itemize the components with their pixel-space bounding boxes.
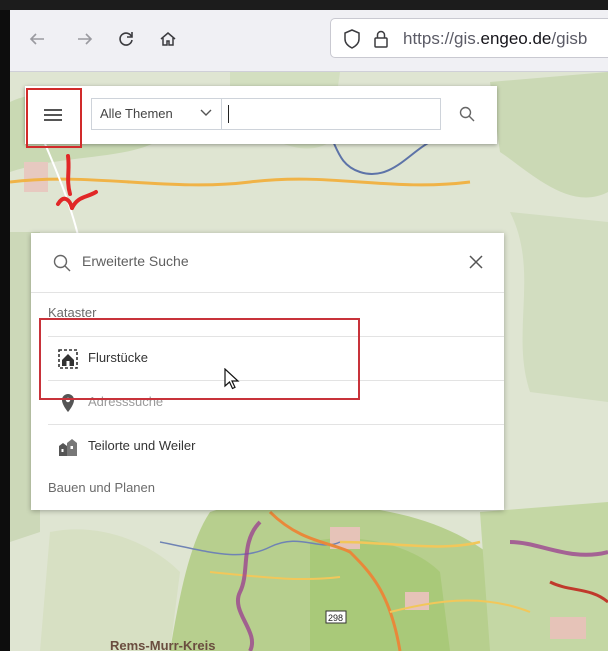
close-icon[interactable] — [465, 251, 487, 273]
annotation-highlight-flurstuecke — [39, 318, 360, 400]
search-toolbar: Alle Themen — [25, 86, 497, 144]
forward-button[interactable] — [72, 26, 98, 52]
home-button[interactable] — [155, 26, 181, 52]
dropdown-header: Erweiterte Suche — [31, 233, 504, 293]
browser-toolbar: https://gis.engeo.de/gisb — [10, 10, 608, 72]
section-title-bauen-und-planen[interactable]: Bauen und Planen — [48, 480, 155, 495]
lock-icon[interactable] — [373, 29, 389, 49]
buildings-icon — [59, 439, 77, 456]
list-item-label: Teilorte und Weiler — [88, 438, 196, 453]
search-input[interactable] — [221, 98, 441, 130]
search-icon — [53, 254, 71, 272]
list-item-teilorte-und-weiler[interactable]: Teilorte und Weiler — [48, 424, 504, 468]
route-badge: 298 — [328, 613, 343, 623]
chevron-down-icon — [200, 109, 212, 116]
arrow-left-icon — [29, 33, 44, 45]
search-button[interactable] — [453, 100, 481, 128]
screenshot-stage: https://gis.engeo.de/gisb 298 Alle Theme… — [0, 0, 608, 651]
map-region-label: Rems-Murr-Kreis — [110, 638, 216, 651]
text-caret — [228, 105, 229, 123]
reload-icon — [119, 32, 133, 46]
annotation-arrow — [56, 154, 98, 210]
url-bar[interactable]: https://gis.engeo.de/gisb — [330, 18, 608, 58]
window-top-strip — [0, 0, 608, 10]
theme-select-value: Alle Themen — [100, 106, 173, 121]
home-icon — [160, 32, 176, 46]
url-text: https://gis.engeo.de/gisb — [403, 29, 588, 48]
annotation-highlight-menu — [26, 88, 82, 148]
reload-button[interactable] — [113, 26, 139, 52]
back-button[interactable] — [24, 26, 50, 52]
shield-icon[interactable] — [343, 29, 361, 49]
theme-select[interactable]: Alle Themen — [91, 98, 221, 130]
window-left-frame — [0, 10, 10, 651]
search-icon — [459, 106, 475, 122]
arrow-right-icon — [78, 33, 93, 45]
dropdown-title: Erweiterte Suche — [82, 253, 189, 269]
mouse-cursor-icon — [224, 368, 240, 390]
